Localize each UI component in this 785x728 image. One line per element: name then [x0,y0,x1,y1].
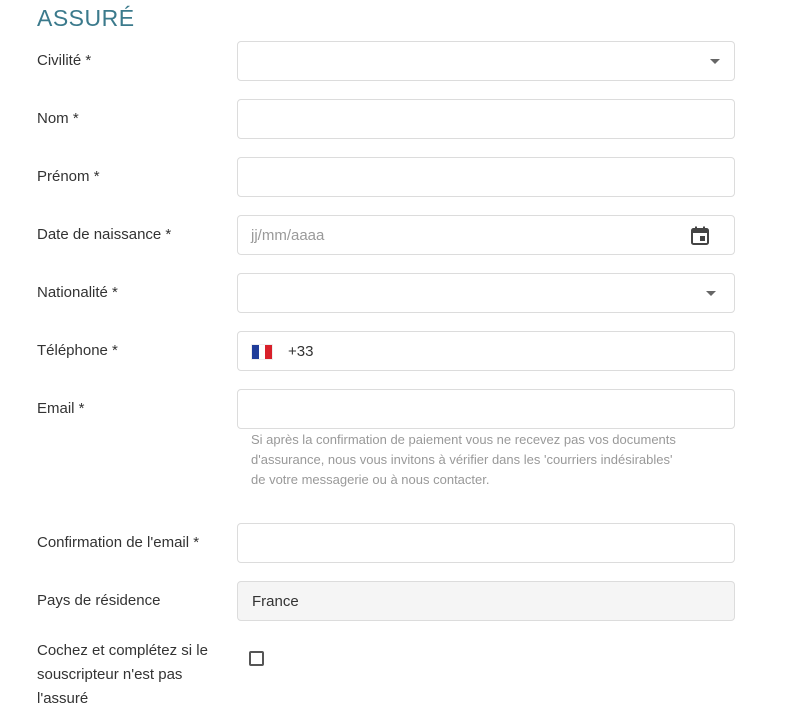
email-help-line: d'assurance, nous vous invitons à vérifi… [251,452,673,467]
email-label: Email * [37,400,85,417]
prenom-label: Prénom * [37,168,100,185]
nom-label: Nom * [37,110,79,127]
dial-code: +33 [288,343,314,360]
civilite-label: Civilité * [37,52,92,69]
souscripteur-label-line: l'assuré [37,690,89,707]
souscripteur-label-line: souscripteur n'est pas [37,666,183,683]
france-flag-icon[interactable] [252,345,273,359]
email-help-line: Si après la confirmation de paiement vou… [251,432,676,447]
chevron-down-icon [710,59,720,64]
pays-input: France [237,581,735,621]
telephone-input[interactable]: +33 [237,331,735,371]
souscripteur-checkbox[interactable] [249,651,264,666]
naissance-input[interactable]: jj/mm/aaaa [237,215,735,255]
nationalite-select[interactable] [237,273,735,313]
nom-input[interactable] [237,99,735,139]
section-title: ASSURÉ [37,5,135,31]
pays-value: France [252,593,299,610]
email-confirm-input[interactable] [237,523,735,563]
email-help-text: Si après la confirmation de paiement vou… [251,430,731,490]
email-help-line: de votre messagerie ou à nous contacter. [251,472,490,487]
nationalite-label: Nationalité * [37,284,118,301]
pays-label: Pays de résidence [37,592,161,609]
email-confirm-label: Confirmation de l'email * [37,534,200,551]
telephone-label: Téléphone * [37,342,118,359]
chevron-down-icon [706,291,716,296]
prenom-input[interactable] [237,157,735,197]
souscripteur-label-line: Cochez et complétez si le [37,642,208,659]
calendar-icon[interactable] [690,226,710,246]
naissance-label: Date de naissance * [37,226,172,243]
civilite-select[interactable] [237,41,735,81]
naissance-placeholder: jj/mm/aaaa [251,227,325,244]
souscripteur-label: Cochez et complétez si le souscripteur n… [37,639,208,711]
email-input[interactable] [237,389,735,429]
